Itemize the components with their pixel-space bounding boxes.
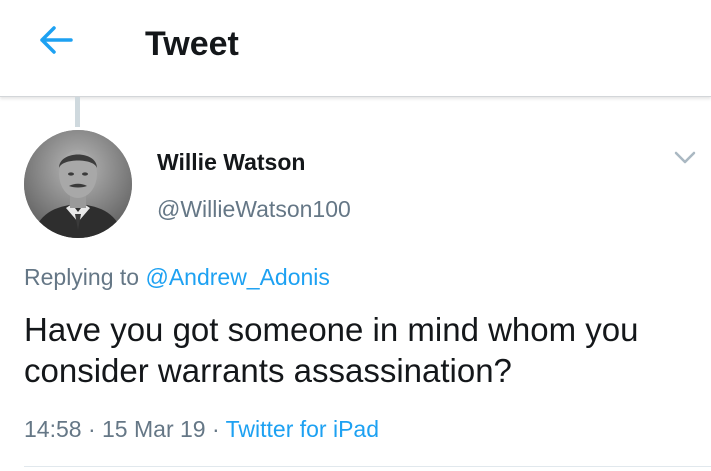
top-app-bar: Tweet [0, 0, 711, 97]
back-button[interactable] [34, 22, 78, 62]
meta-separator: · [87, 416, 96, 442]
tweet-text: Have you got someone in mind whom you co… [24, 311, 639, 389]
author-handle[interactable]: @WillieWatson100 [157, 195, 351, 223]
replying-to-label: Replying to [24, 264, 140, 290]
tweet-time: 14:58 [24, 416, 82, 442]
chevron-down-icon [674, 151, 696, 170]
tweet-date: 15 Mar 19 [102, 416, 206, 442]
page-title: Tweet [145, 25, 239, 63]
author-name[interactable]: Willie Watson [157, 148, 305, 176]
divider [24, 466, 711, 467]
tweet-menu-button[interactable] [668, 146, 702, 174]
meta-separator: · [211, 416, 220, 442]
avatar[interactable] [24, 130, 132, 238]
avatar-portrait-image [24, 130, 132, 238]
replying-to-link[interactable]: @Andrew_Adonis [145, 264, 329, 290]
tweet-meta: 14:58 · 15 Mar 19 · Twitter for iPad [24, 414, 379, 444]
replying-to-line: Replying to @Andrew_Adonis [24, 262, 330, 292]
tweet-source-link[interactable]: Twitter for iPad [226, 416, 379, 442]
arrow-left-icon [39, 25, 73, 60]
thread-connector-line [75, 97, 80, 127]
